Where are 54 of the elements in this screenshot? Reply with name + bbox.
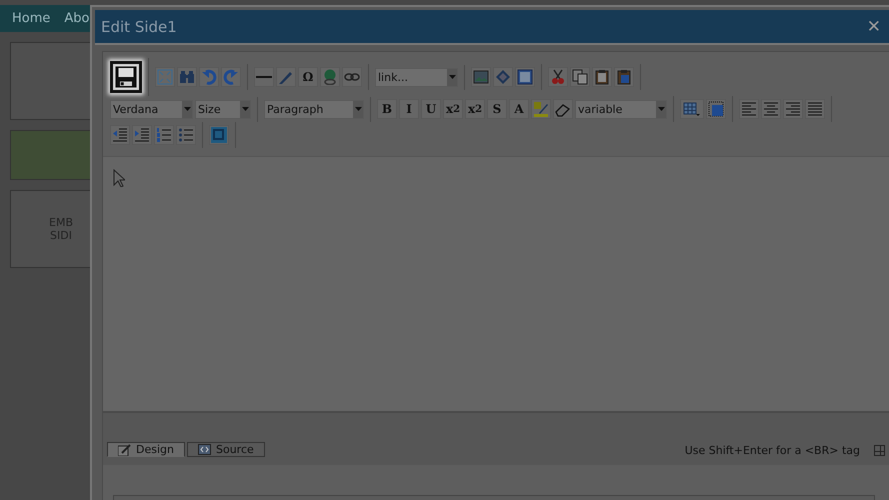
mouse-cursor-icon: [113, 169, 125, 187]
picture-icon: [473, 69, 489, 85]
caret-icon: [354, 107, 362, 111]
caret-icon: [184, 107, 190, 111]
word-document-icon: [517, 69, 533, 85]
toolbar-button[interactable]: I: [399, 99, 419, 119]
dropdown[interactable]: Paragraph: [264, 100, 364, 118]
dropdown[interactable]: Size: [195, 100, 251, 118]
scissors-icon: [550, 69, 566, 85]
indent-icon: [134, 127, 150, 143]
table-icon: [682, 101, 702, 117]
dropdown[interactable]: variable: [575, 100, 667, 118]
dotted-selection-icon: [708, 101, 724, 117]
dropdown[interactable]: link...: [375, 68, 458, 86]
globe-link-icon: [322, 69, 338, 85]
caret-icon: [658, 107, 664, 111]
nav-link[interactable]: Abo: [64, 11, 90, 26]
pencil-icon: [118, 444, 131, 456]
highlighter-icon: [533, 101, 549, 117]
module-icon: [211, 127, 227, 143]
toolbar-button[interactable]: B: [377, 99, 397, 119]
bullet-list-icon: [178, 127, 194, 143]
expand-icon: [157, 69, 173, 85]
numbered-list-icon: [156, 127, 172, 143]
close-button[interactable]: ✕: [866, 16, 881, 36]
pen-icon: [278, 69, 294, 85]
toolbar-button[interactable]: U: [421, 99, 441, 119]
clipboard-document-icon: [616, 69, 632, 85]
outdent-icon: [112, 127, 128, 143]
horizontal-line-icon: [256, 76, 272, 78]
justify-icon: [807, 101, 823, 117]
diamond-icon: [495, 69, 511, 85]
grid-icon[interactable]: [874, 445, 885, 456]
dialog-title: Edit Side1: [101, 18, 177, 36]
dropdown[interactable]: Verdana: [110, 100, 193, 118]
nav-link[interactable]: Home: [12, 11, 50, 26]
toolbar-button[interactable]: Ω: [298, 67, 318, 87]
code-icon: [198, 444, 211, 455]
binoculars-icon: [179, 69, 195, 85]
undo-icon: [201, 69, 217, 85]
redo-icon: [223, 69, 239, 85]
toolbar-button[interactable]: [110, 61, 142, 93]
toolbar-button[interactable]: A: [509, 99, 529, 119]
mode-tab[interactable]: Design: [107, 442, 185, 457]
clipboard-icon: [594, 69, 610, 85]
caret-icon: [448, 75, 456, 79]
align-right-icon: [785, 101, 801, 117]
copy-icon: [572, 69, 588, 85]
hint-text: Use Shift+Enter for a <BR> tag: [684, 444, 860, 457]
caret-icon: [242, 107, 248, 111]
align-center-icon: [763, 101, 779, 117]
mode-tab[interactable]: Source: [186, 442, 265, 457]
toolbar-button[interactable]: S: [487, 99, 507, 119]
align-left-icon: [741, 101, 757, 117]
